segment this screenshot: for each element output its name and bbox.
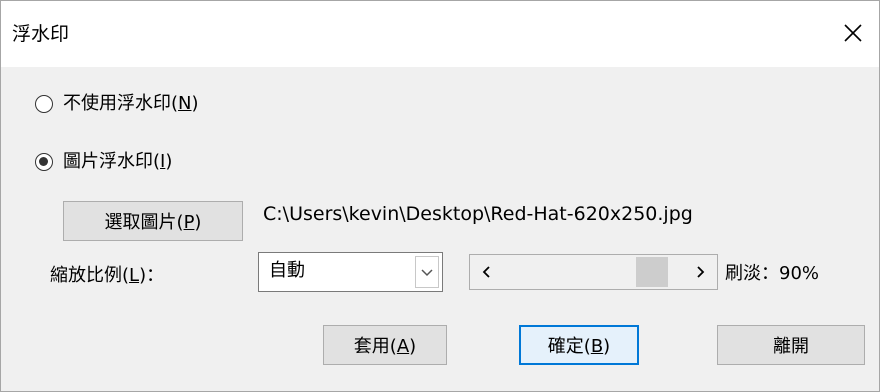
apply-label: 套用(A) xyxy=(353,336,417,357)
exit-label: 離開 xyxy=(773,336,809,357)
no-watermark-option[interactable]: 不使用浮水印(N) xyxy=(35,90,199,118)
dialog-title: 浮水印 xyxy=(12,23,70,45)
close-button[interactable] xyxy=(831,14,875,52)
scale-selected-value: 自動 xyxy=(269,260,305,281)
scale-label: 縮放比例(L)： xyxy=(50,265,165,286)
select-picture-button[interactable]: 選取圖片(P) xyxy=(63,201,243,241)
scale-dropdown-button[interactable] xyxy=(415,256,439,288)
title-bar: 浮水印 xyxy=(1,1,879,67)
dialog-body: 不使用浮水印(N) 圖片浮水印(I) 選取圖片(P) C:\Users\kevi… xyxy=(1,67,879,391)
picture-watermark-option[interactable]: 圖片浮水印(I) xyxy=(35,148,172,176)
picture-file-path: C:\Users\kevin\Desktop\Red-Hat-620x250.j… xyxy=(263,203,693,225)
ok-label: 確定(B) xyxy=(547,336,611,357)
picture-watermark-label: 圖片浮水印(I) xyxy=(63,151,173,172)
chevron-down-icon xyxy=(421,269,433,277)
no-watermark-label: 不使用浮水印(N) xyxy=(63,93,199,114)
close-icon xyxy=(844,24,862,42)
watermark-dialog: 浮水印 不使用浮水印(N) 圖片浮水印(I) 選取圖片(P) C:\Users\… xyxy=(0,0,880,392)
ok-button[interactable]: 確定(B) xyxy=(519,325,639,365)
scroll-track[interactable] xyxy=(504,255,683,289)
exit-button[interactable]: 離開 xyxy=(717,325,865,365)
scale-select[interactable]: 自動 xyxy=(258,252,443,292)
scroll-thumb[interactable] xyxy=(636,257,669,287)
scroll-left-button[interactable] xyxy=(470,255,504,289)
washout-scrollbar[interactable] xyxy=(469,254,718,290)
select-picture-label: 選取圖片(P) xyxy=(104,212,202,233)
no-watermark-radio[interactable] xyxy=(35,95,53,113)
apply-button[interactable]: 套用(A) xyxy=(323,325,447,365)
washout-label: 刷淡：90% xyxy=(725,263,820,284)
scroll-right-button[interactable] xyxy=(683,255,717,289)
chevron-left-icon xyxy=(482,266,490,278)
chevron-right-icon xyxy=(697,266,705,278)
picture-watermark-radio[interactable] xyxy=(35,153,53,171)
